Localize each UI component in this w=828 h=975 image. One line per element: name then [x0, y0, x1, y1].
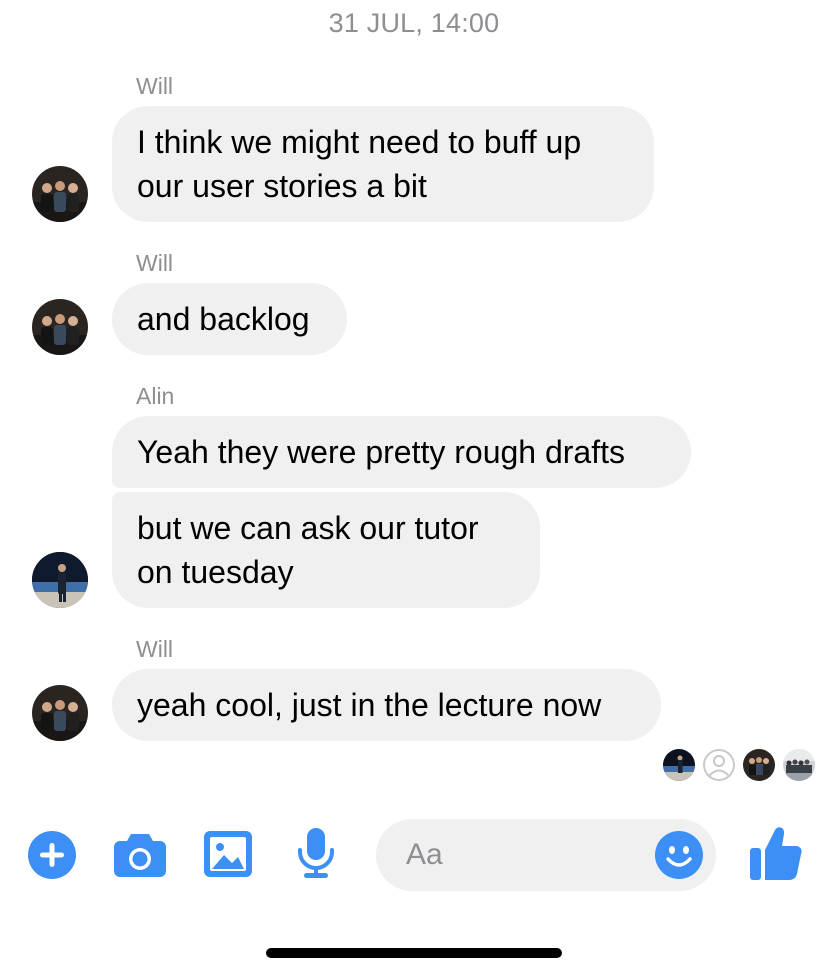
message-line: and backlog — [137, 301, 310, 337]
sender-name: Will — [136, 636, 174, 662]
chat-screen: 31 JUL, 14:00 Will I think we might need… — [0, 0, 828, 975]
avatar-will[interactable] — [32, 166, 88, 222]
image-icon[interactable] — [204, 831, 252, 877]
sender-name: Will — [136, 73, 174, 99]
microphone-icon[interactable] — [298, 828, 334, 880]
avatar-will[interactable] — [32, 685, 88, 741]
camera-icon[interactable] — [114, 831, 166, 877]
avatar-alin[interactable] — [32, 552, 88, 608]
message-input[interactable] — [406, 819, 646, 891]
plus-icon[interactable] — [28, 831, 76, 879]
message-bubble[interactable]: Yeah they were pretty rough drafts — [112, 416, 691, 488]
message-composer — [376, 819, 716, 891]
message-line: but we can ask our tutor — [137, 510, 479, 546]
message-bubble[interactable]: yeah cool, just in the lecture now — [112, 669, 661, 741]
emoji-icon[interactable] — [655, 831, 703, 879]
message-line: Yeah they were pretty rough drafts — [137, 434, 625, 470]
avatar-will[interactable] — [32, 299, 88, 355]
message-bubble[interactable]: I think we might need to buff up our use… — [112, 106, 654, 222]
message-bubble[interactable]: but we can ask our tutor on tuesday — [112, 492, 540, 608]
read-receipt-avatar — [743, 749, 775, 781]
thumbs-up-icon[interactable] — [750, 826, 802, 880]
sender-name: Will — [136, 250, 174, 276]
message-line: I think we might need to buff up — [137, 124, 582, 160]
message-line: our user stories a bit — [137, 168, 427, 204]
message-line: on tuesday — [137, 554, 294, 590]
conversation-timestamp: 31 JUL, 14:00 — [328, 8, 500, 38]
message-bubble[interactable]: and backlog — [112, 283, 347, 355]
home-indicator[interactable] — [266, 948, 562, 958]
sender-name: Alin — [136, 383, 175, 409]
message-line: yeah cool, just in the lecture now — [137, 687, 602, 723]
read-receipt-avatar — [663, 749, 695, 781]
read-receipt-avatar — [783, 749, 815, 781]
read-receipt-avatar — [703, 749, 735, 781]
